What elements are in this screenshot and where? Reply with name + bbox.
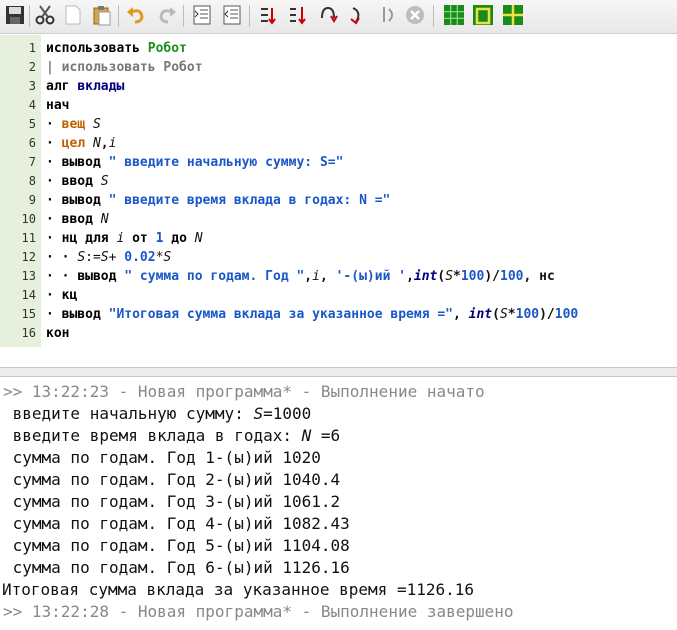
output-total-line: Итоговая сумма вклада за указанное время… xyxy=(2,580,475,599)
step-out-icon[interactable] xyxy=(345,4,367,26)
redo-icon[interactable] xyxy=(156,4,178,26)
output-line: введите начальную сумму: S=1000 xyxy=(3,404,312,423)
grid-icon[interactable] xyxy=(443,4,465,26)
step-back-icon[interactable] xyxy=(376,4,398,26)
output-line: сумма по годам. Год 6-(ы)ий 1126.16 xyxy=(3,558,350,577)
code-line[interactable]: 1 использовать Робот xyxy=(0,39,677,58)
code-line[interactable]: 2 | использовать Робот xyxy=(0,58,677,77)
code-line[interactable]: 9 · вывод " введите время вклада в годах:… xyxy=(0,191,677,210)
output-line: введите время вклада в годах: N =6 xyxy=(3,426,341,445)
toolbar-separator xyxy=(118,5,119,27)
code-line[interactable]: 12 · · S:=S+ 0.02*S xyxy=(0,248,677,267)
code-line[interactable]: 11 · нц для i от 1 до N xyxy=(0,229,677,248)
comment: | использовать Робот xyxy=(46,60,203,75)
new-file-icon[interactable] xyxy=(62,4,84,26)
toolbar-separator xyxy=(249,5,250,27)
code-line[interactable]: 7 · вывод " введите начальную сумму: S=" xyxy=(0,153,677,172)
toolbar xyxy=(0,0,677,34)
code-line[interactable]: 3 алг вклады xyxy=(0,77,677,96)
output-line: сумма по годам. Год 4-(ы)ий 1082.43 xyxy=(3,514,350,533)
output-line: сумма по годам. Год 3-(ы)ий 1061.2 xyxy=(3,492,341,511)
toolbar-separator xyxy=(433,5,434,27)
toolbar-separator xyxy=(29,5,30,27)
stop-icon[interactable] xyxy=(404,4,426,26)
code-line[interactable]: 8 · ввод S xyxy=(0,172,677,191)
step-into-icon[interactable] xyxy=(287,4,309,26)
code-line[interactable]: 10 · ввод N xyxy=(0,210,677,229)
code-line[interactable]: 5 · вещ S xyxy=(0,115,677,134)
step-over-icon[interactable] xyxy=(317,4,339,26)
undo-icon[interactable] xyxy=(125,4,147,26)
code-line[interactable]: 13 · · вывод " сумма по годам. Год ",i, '… xyxy=(0,267,677,286)
output-console: >> 13:22:23 - Новая программа* - Выполне… xyxy=(0,378,677,630)
field-icon[interactable] xyxy=(502,4,524,26)
code-line[interactable]: 15 · вывод "Итоговая сумма вклада за указ… xyxy=(0,305,677,324)
cut-icon[interactable] xyxy=(34,4,56,26)
run-end-message: >> 13:22:28 - Новая программа* - Выполне… xyxy=(3,602,514,621)
code-line[interactable]: 16 кон xyxy=(0,324,677,343)
run-icon[interactable] xyxy=(258,4,280,26)
run-start-message: >> 13:22:23 - Новая программа* - Выполне… xyxy=(3,382,485,401)
frame-icon[interactable] xyxy=(472,4,494,26)
panel-splitter[interactable] xyxy=(0,367,677,377)
unindent-icon[interactable] xyxy=(221,4,243,26)
output-line: сумма по годам. Год 1-(ы)ий 1020 xyxy=(3,448,321,467)
output-line: сумма по годам. Год 5-(ы)ий 1104.08 xyxy=(3,536,350,555)
save-icon[interactable] xyxy=(4,4,26,26)
code-line[interactable]: 4 нач xyxy=(0,96,677,115)
output-line: сумма по годам. Год 2-(ы)ий 1040.4 xyxy=(3,470,341,489)
toolbar-separator xyxy=(183,5,184,27)
code-editor[interactable]: 1 использовать Робот 2 | использовать Робо… xyxy=(0,35,677,347)
indent-icon[interactable] xyxy=(191,4,213,26)
code-line[interactable]: 14 · кц xyxy=(0,286,677,305)
paste-icon[interactable] xyxy=(91,4,113,26)
code-line[interactable]: 6 · цел N,i xyxy=(0,134,677,153)
